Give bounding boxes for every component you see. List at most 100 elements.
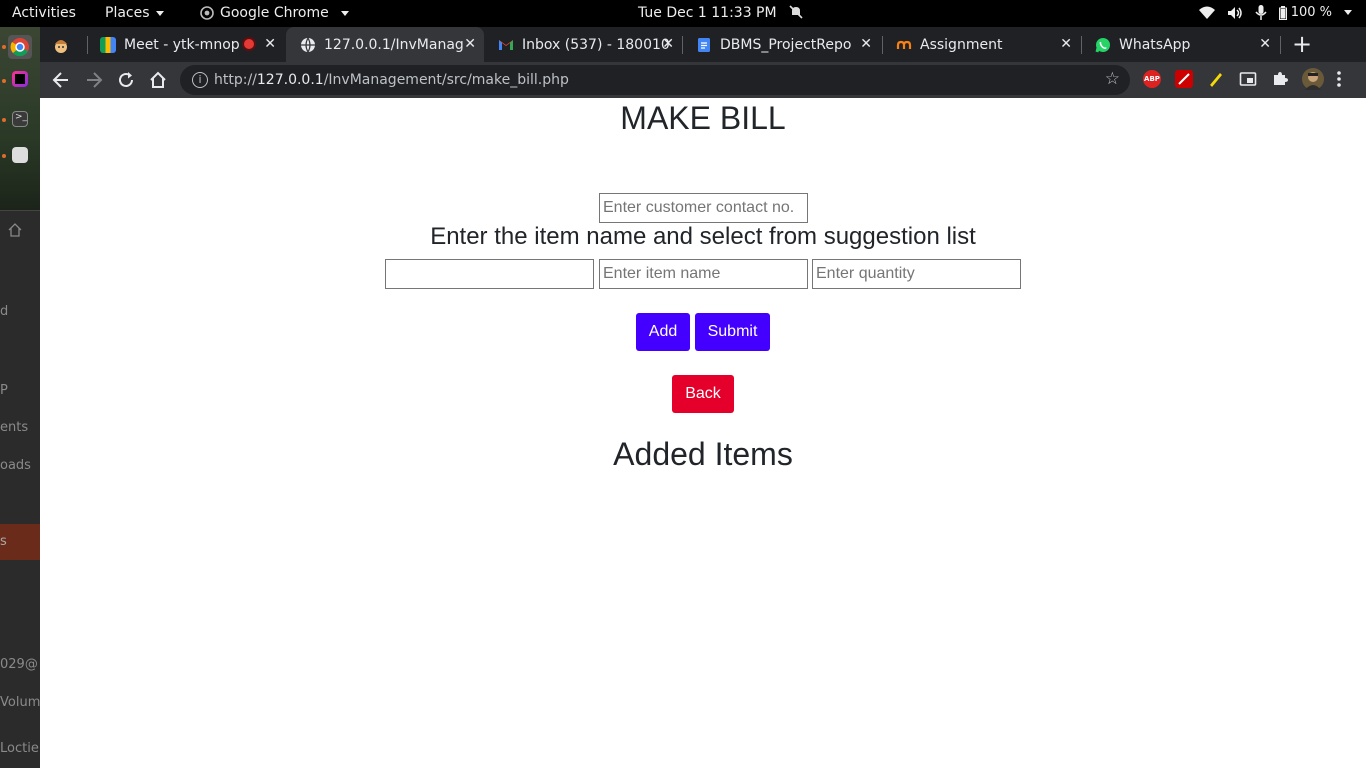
app-menu[interactable]: Google Chrome [200, 5, 349, 21]
extensions-puzzle-icon[interactable] [1271, 70, 1289, 88]
bookmark-star-icon[interactable]: ☆ [1105, 69, 1120, 89]
tab-title: Assignment [920, 36, 1003, 53]
item-name-input[interactable] [599, 259, 808, 289]
forward-arrow-icon[interactable] [85, 71, 103, 89]
back-button[interactable]: Back [672, 375, 734, 413]
url-host: 127.0.0.1 [256, 72, 324, 88]
close-tab-icon[interactable]: ✕ [1259, 36, 1271, 52]
dock-separator [0, 210, 40, 211]
dock-text-fragment: Loctie [0, 741, 39, 756]
customer-contact-input[interactable] [599, 193, 808, 223]
added-items-heading: Added Items [613, 436, 793, 472]
tab-title: 127.0.0.1/InvManag [324, 36, 464, 53]
phpstorm-dock-icon[interactable] [12, 71, 28, 87]
address-bar[interactable]: i http://127.0.0.1/InvManagement/src/mak… [180, 65, 1130, 95]
dock-text-fragment: 029@ [0, 657, 38, 672]
user-photo-icon [1305, 72, 1321, 90]
chevron-down-icon [155, 10, 164, 16]
url-path: /InvManagement/src/make_bill.php [323, 72, 569, 88]
submit-bill-button[interactable]: Submit [695, 313, 770, 351]
home-icon[interactable] [149, 71, 167, 89]
tab-gmail[interactable]: Inbox (537) - 180010 ✕ [484, 27, 682, 62]
tab-meet[interactable]: Meet - ytk-mnop ✕ [86, 27, 284, 62]
avatar-icon [55, 39, 67, 53]
quantity-input[interactable] [812, 259, 1021, 289]
running-indicator [2, 79, 6, 83]
highlighter-icon[interactable] [1207, 70, 1225, 88]
battery-indicator: 100 % [1278, 5, 1332, 20]
chrome-menu-icon[interactable] [1336, 70, 1342, 88]
wand-icon [1178, 73, 1190, 85]
globe-icon [301, 37, 315, 52]
moodle-icon [896, 40, 912, 49]
kebab-menu-icon [1337, 71, 1341, 87]
tab-title: WhatsApp [1119, 36, 1191, 53]
places-label: Places [105, 5, 150, 21]
adblock-plus-icon[interactable]: ABP [1143, 70, 1161, 88]
close-tab-icon[interactable]: ✕ [464, 36, 476, 52]
terminal-prompt-icon: >_ [15, 112, 28, 122]
chrome-tab-strip: Meet - ytk-mnop ✕ 127.0.0.1/InvManag ✕ I… [40, 27, 1366, 62]
puzzle-piece-icon [1274, 72, 1288, 85]
close-tab-icon[interactable]: ✕ [264, 36, 276, 52]
running-indicator [2, 118, 6, 122]
clock[interactable]: Tue Dec 1 11:33 PM [638, 5, 803, 21]
clock-label: Tue Dec 1 11:33 PM [638, 5, 777, 21]
tab-title: Inbox (537) - 180010 [522, 36, 670, 53]
pip-window-icon [1239, 72, 1257, 86]
tab-assignment[interactable]: Assignment ✕ [882, 27, 1080, 62]
chrome-app-icon [200, 6, 214, 20]
chrome-logo-icon [10, 38, 29, 57]
profile-avatar[interactable] [1302, 68, 1324, 90]
places-menu[interactable]: Places [105, 5, 164, 21]
running-indicator [2, 45, 6, 49]
tab-separator [1280, 36, 1281, 54]
site-info-icon[interactable]: i [192, 72, 208, 88]
terminal-dock-icon[interactable]: >_ [12, 111, 28, 127]
chrome-toolbar: i http://127.0.0.1/InvManagement/src/mak… [40, 62, 1366, 98]
dock-text-fragment: ents [0, 420, 29, 435]
ubuntu-dock: >_ d P ents oads s 029@ Volum Loctie [0, 27, 40, 768]
app-menu-label: Google Chrome [220, 5, 329, 21]
home-icon[interactable] [8, 223, 22, 237]
close-tab-icon[interactable]: ✕ [662, 36, 674, 52]
dock-text-fragment: d [0, 304, 9, 319]
page-title: MAKE BILL [620, 100, 786, 136]
chrome-dock-icon[interactable] [8, 35, 32, 59]
close-tab-icon[interactable]: ✕ [1060, 36, 1072, 52]
item-instruction-text: Enter the item name and select from sugg… [430, 223, 976, 250]
dock-text-fragment: P [0, 383, 8, 398]
tab-title: Meet - ytk-mnop [124, 36, 240, 53]
profile-tab[interactable] [52, 27, 82, 62]
new-tab-button[interactable]: + [1292, 30, 1312, 58]
url-text[interactable]: http://127.0.0.1/InvManagement/src/make_… [214, 72, 569, 88]
chevron-down-icon [340, 10, 349, 16]
recording-indicator-icon [244, 39, 254, 49]
add-item-button[interactable]: Add [636, 313, 690, 351]
activities-button[interactable]: Activities [12, 5, 76, 21]
tab-invmanagement[interactable]: 127.0.0.1/InvManag ✕ [286, 27, 484, 62]
running-indicator [2, 154, 6, 158]
google-meet-icon [100, 36, 116, 53]
volume-icon [1227, 6, 1242, 19]
tab-google-docs[interactable]: DBMS_ProjectRepo ✕ [682, 27, 880, 62]
close-tab-icon[interactable]: ✕ [860, 36, 872, 52]
text-editor-dock-icon[interactable] [12, 147, 28, 163]
battery-label: 100 % [1290, 5, 1332, 20]
tab-title: DBMS_ProjectRepo [720, 36, 852, 53]
reload-icon[interactable] [117, 71, 135, 89]
url-scheme: http:// [214, 72, 257, 88]
back-arrow-icon[interactable] [52, 71, 70, 89]
system-status-menu[interactable]: 100 % [1198, 5, 1352, 20]
notifications-off-icon [789, 5, 803, 19]
make-bill-page: MAKE BILL Enter the item name and select… [40, 98, 1366, 768]
item-code-input[interactable] [385, 259, 594, 289]
tab-whatsapp[interactable]: WhatsApp ✕ [1081, 27, 1279, 62]
dock-text-fragment: oads [0, 458, 31, 473]
battery-icon [1278, 5, 1287, 20]
extension-red-icon[interactable] [1175, 70, 1193, 88]
gnome-top-bar: Activities Places Google Chrome Tue Dec … [0, 0, 1366, 27]
picture-in-picture-icon[interactable] [1239, 70, 1257, 88]
highlighter-pen-icon [1209, 73, 1222, 87]
phpstorm-logo-icon [15, 74, 25, 84]
